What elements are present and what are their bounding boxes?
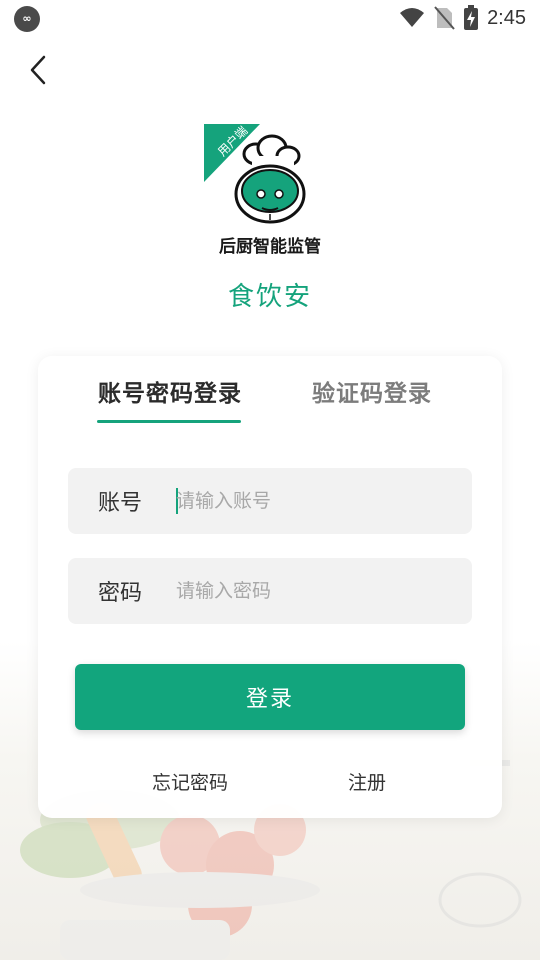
- chef-mascot-logo: 用户端: [204, 123, 306, 224]
- no-sim-icon: [434, 6, 455, 30]
- login-page: ∞ 2:45 用户端 后厨智能监管 食饮安 账号密码登录 验证码登录 账号 请输…: [0, 0, 540, 960]
- status-icons: 2:45: [399, 4, 526, 32]
- account-input[interactable]: [176, 482, 456, 520]
- forgot-password-link[interactable]: 忘记密码: [152, 768, 228, 795]
- app-name: 食饮安: [227, 282, 312, 312]
- account-field[interactable]: 账号: [68, 468, 472, 534]
- chevron-left-icon: [30, 55, 46, 85]
- active-tab-indicator: [97, 420, 241, 423]
- login-button[interactable]: 登录: [75, 664, 465, 730]
- wifi-icon: [400, 8, 425, 27]
- status-bar: ∞ 2:45: [0, 0, 540, 36]
- login-card: 账号密码登录 验证码登录 账号 密码 登录 忘记密码 注册: [38, 356, 502, 818]
- register-link[interactable]: 注册: [348, 768, 386, 795]
- battery-charging-icon: [464, 5, 479, 30]
- password-field[interactable]: 密码: [68, 558, 472, 624]
- account-label: 账号: [98, 491, 143, 516]
- status-time: 2:45: [487, 6, 526, 29]
- back-button[interactable]: [18, 50, 58, 90]
- app-indicator-icon: ∞: [14, 6, 40, 32]
- logo-caption: 后厨智能监管: [219, 237, 321, 257]
- app-logo: 用户端 后厨智能监管: [200, 123, 340, 257]
- tab-verification-code-login[interactable]: 验证码登录: [312, 374, 432, 408]
- tab-account-password-login[interactable]: 账号密码登录: [98, 374, 242, 408]
- password-input[interactable]: [176, 572, 456, 610]
- password-label: 密码: [98, 581, 143, 606]
